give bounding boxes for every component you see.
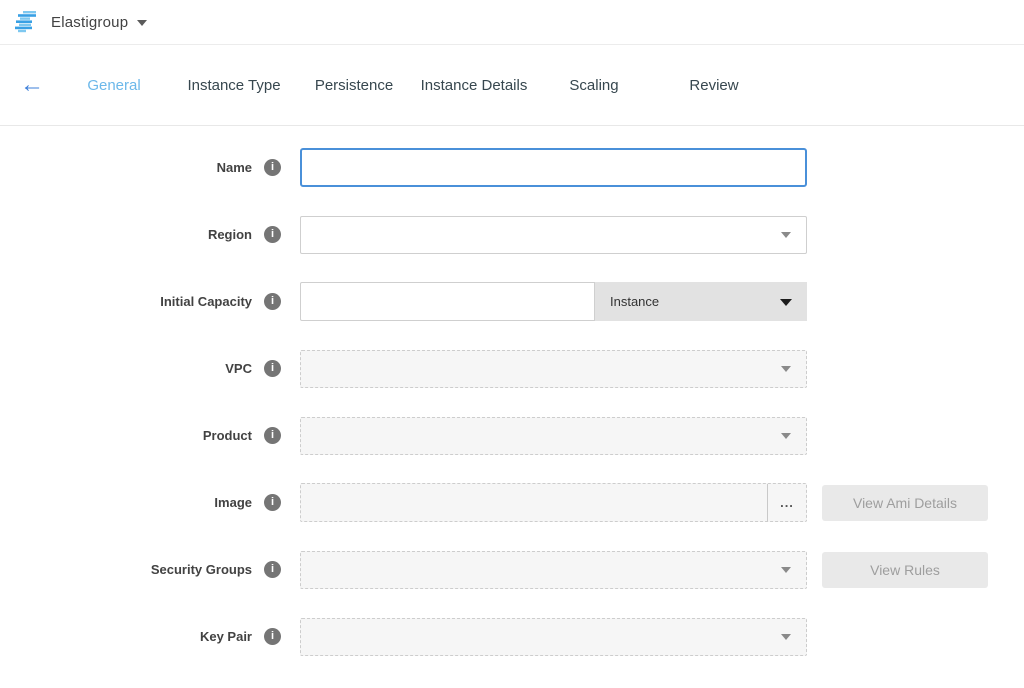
product-select — [300, 417, 807, 455]
tab-scaling[interactable]: Scaling — [534, 77, 654, 94]
tab-review[interactable]: Review — [654, 77, 774, 94]
info-icon[interactable]: i — [264, 360, 281, 377]
info-icon[interactable]: i — [264, 628, 281, 645]
chevron-down-icon — [781, 232, 791, 238]
wizard-tabs: General Instance Type Persistence Instan… — [54, 77, 774, 94]
key-pair-label: Key Pair — [0, 629, 252, 644]
region-select[interactable] — [300, 216, 807, 254]
security-groups-select — [300, 551, 807, 589]
back-arrow-icon[interactable]: ← — [20, 73, 44, 97]
vpc-select — [300, 350, 807, 388]
key-pair-select — [300, 618, 807, 656]
top-bar: Elastigroup — [0, 0, 1024, 45]
image-input: ... — [300, 483, 807, 522]
chevron-down-icon — [781, 634, 791, 640]
view-ami-details-button[interactable]: View Ami Details — [822, 485, 988, 521]
key-pair-row: Key Pair i — [0, 617, 1024, 656]
chevron-down-icon — [781, 433, 791, 439]
info-icon[interactable]: i — [264, 159, 281, 176]
wizard-tab-bar: ← General Instance Type Persistence Inst… — [0, 45, 1024, 126]
name-input[interactable] — [300, 148, 807, 187]
info-icon[interactable]: i — [264, 561, 281, 578]
tab-general[interactable]: General — [54, 77, 174, 94]
tab-instance-details[interactable]: Instance Details — [414, 77, 534, 94]
product-label: Product — [0, 428, 252, 443]
capacity-unit-value: Instance — [610, 294, 659, 309]
vpc-label: VPC — [0, 361, 252, 376]
elastigroup-logo-icon — [14, 11, 40, 33]
region-label: Region — [0, 227, 252, 242]
image-value — [301, 484, 767, 521]
vpc-row: VPC i — [0, 349, 1024, 388]
capacity-unit-select[interactable]: Instance — [595, 282, 807, 321]
tab-persistence[interactable]: Persistence — [294, 77, 414, 94]
product-row: Product i — [0, 416, 1024, 455]
image-label: Image — [0, 495, 252, 510]
info-icon[interactable]: i — [264, 226, 281, 243]
initial-capacity-input[interactable] — [300, 282, 595, 321]
info-icon[interactable]: i — [264, 494, 281, 511]
chevron-down-icon — [780, 299, 792, 306]
general-settings-form: Name i Region i Initial Capacity i Insta… — [0, 126, 1024, 656]
initial-capacity-row: Initial Capacity i Instance — [0, 282, 1024, 321]
chevron-down-icon — [781, 366, 791, 372]
security-groups-label: Security Groups — [0, 562, 252, 577]
name-label: Name — [0, 160, 252, 175]
view-rules-button[interactable]: View Rules — [822, 552, 988, 588]
chevron-down-icon[interactable] — [137, 20, 147, 26]
image-row: Image i ... View Ami Details — [0, 483, 1024, 522]
region-row: Region i — [0, 215, 1024, 254]
initial-capacity-label: Initial Capacity — [0, 294, 252, 309]
image-browse-button[interactable]: ... — [767, 484, 806, 521]
tab-instance-type[interactable]: Instance Type — [174, 77, 294, 94]
name-row: Name i — [0, 148, 1024, 187]
product-switcher-label[interactable]: Elastigroup — [51, 14, 128, 31]
info-icon[interactable]: i — [264, 427, 281, 444]
info-icon[interactable]: i — [264, 293, 281, 310]
chevron-down-icon — [781, 567, 791, 573]
security-groups-row: Security Groups i View Rules — [0, 550, 1024, 589]
